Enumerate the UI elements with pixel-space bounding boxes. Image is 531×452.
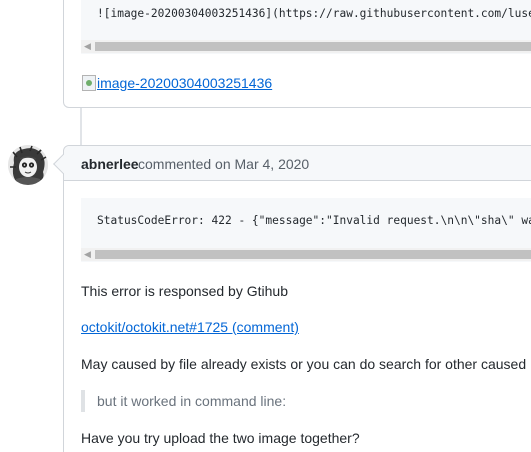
image-link[interactable]: image-20200304003251436 xyxy=(82,75,272,91)
scrollbar-thumb-1[interactable] xyxy=(95,42,531,51)
comment-paragraph-1: This error is responsed by Gtihub xyxy=(81,283,288,299)
code-block-1: ![image-20200304003251436](https://raw.g… xyxy=(81,0,531,54)
image-alt-text: image-20200304003251436 xyxy=(97,75,273,91)
issue-reference-link[interactable]: octokit/octokit.net#1725 (comment) xyxy=(81,319,299,335)
comment-paragraph-2: May caused by file already exists or you… xyxy=(81,356,527,372)
comment-meta: commented on Mar 4, 2020 xyxy=(138,156,309,172)
avatar[interactable] xyxy=(8,145,48,185)
broken-image-icon xyxy=(82,75,96,91)
comment-author[interactable]: abnerlee xyxy=(81,156,139,172)
comment-header: abnerlee commented on Mar 4, 2020 xyxy=(53,146,531,181)
comment-date[interactable]: Mar 4, 2020 xyxy=(235,156,310,172)
avatar-illustration xyxy=(8,145,48,185)
comment-paragraph-3: Have you try upload the two image togeth… xyxy=(81,430,360,446)
blockquote-text: but it worked in command line: xyxy=(97,393,287,409)
code-line-1: ![image-20200304003251436](https://raw.g… xyxy=(97,7,531,20)
horizontal-scrollbar-2[interactable]: ◀ xyxy=(81,248,531,261)
scroll-left-arrow-icon[interactable]: ◀ xyxy=(84,42,91,51)
horizontal-scrollbar-1[interactable]: ◀ xyxy=(81,40,531,53)
previous-comment-box: ![image-20200304003251436](https://raw.g… xyxy=(63,0,531,108)
comment-action: commented on xyxy=(138,156,231,172)
scrollbar-thumb-2[interactable] xyxy=(95,250,531,259)
comment-caret xyxy=(53,154,73,174)
timeline-connector xyxy=(80,108,82,150)
scroll-left-arrow-icon[interactable]: ◀ xyxy=(84,250,91,259)
code-block-2: StatusCodeError: 422 - {"message":"Inval… xyxy=(81,198,531,262)
code-line-2: StatusCodeError: 422 - {"message":"Inval… xyxy=(97,214,531,227)
blockquote: but it worked in command line: xyxy=(81,390,286,412)
